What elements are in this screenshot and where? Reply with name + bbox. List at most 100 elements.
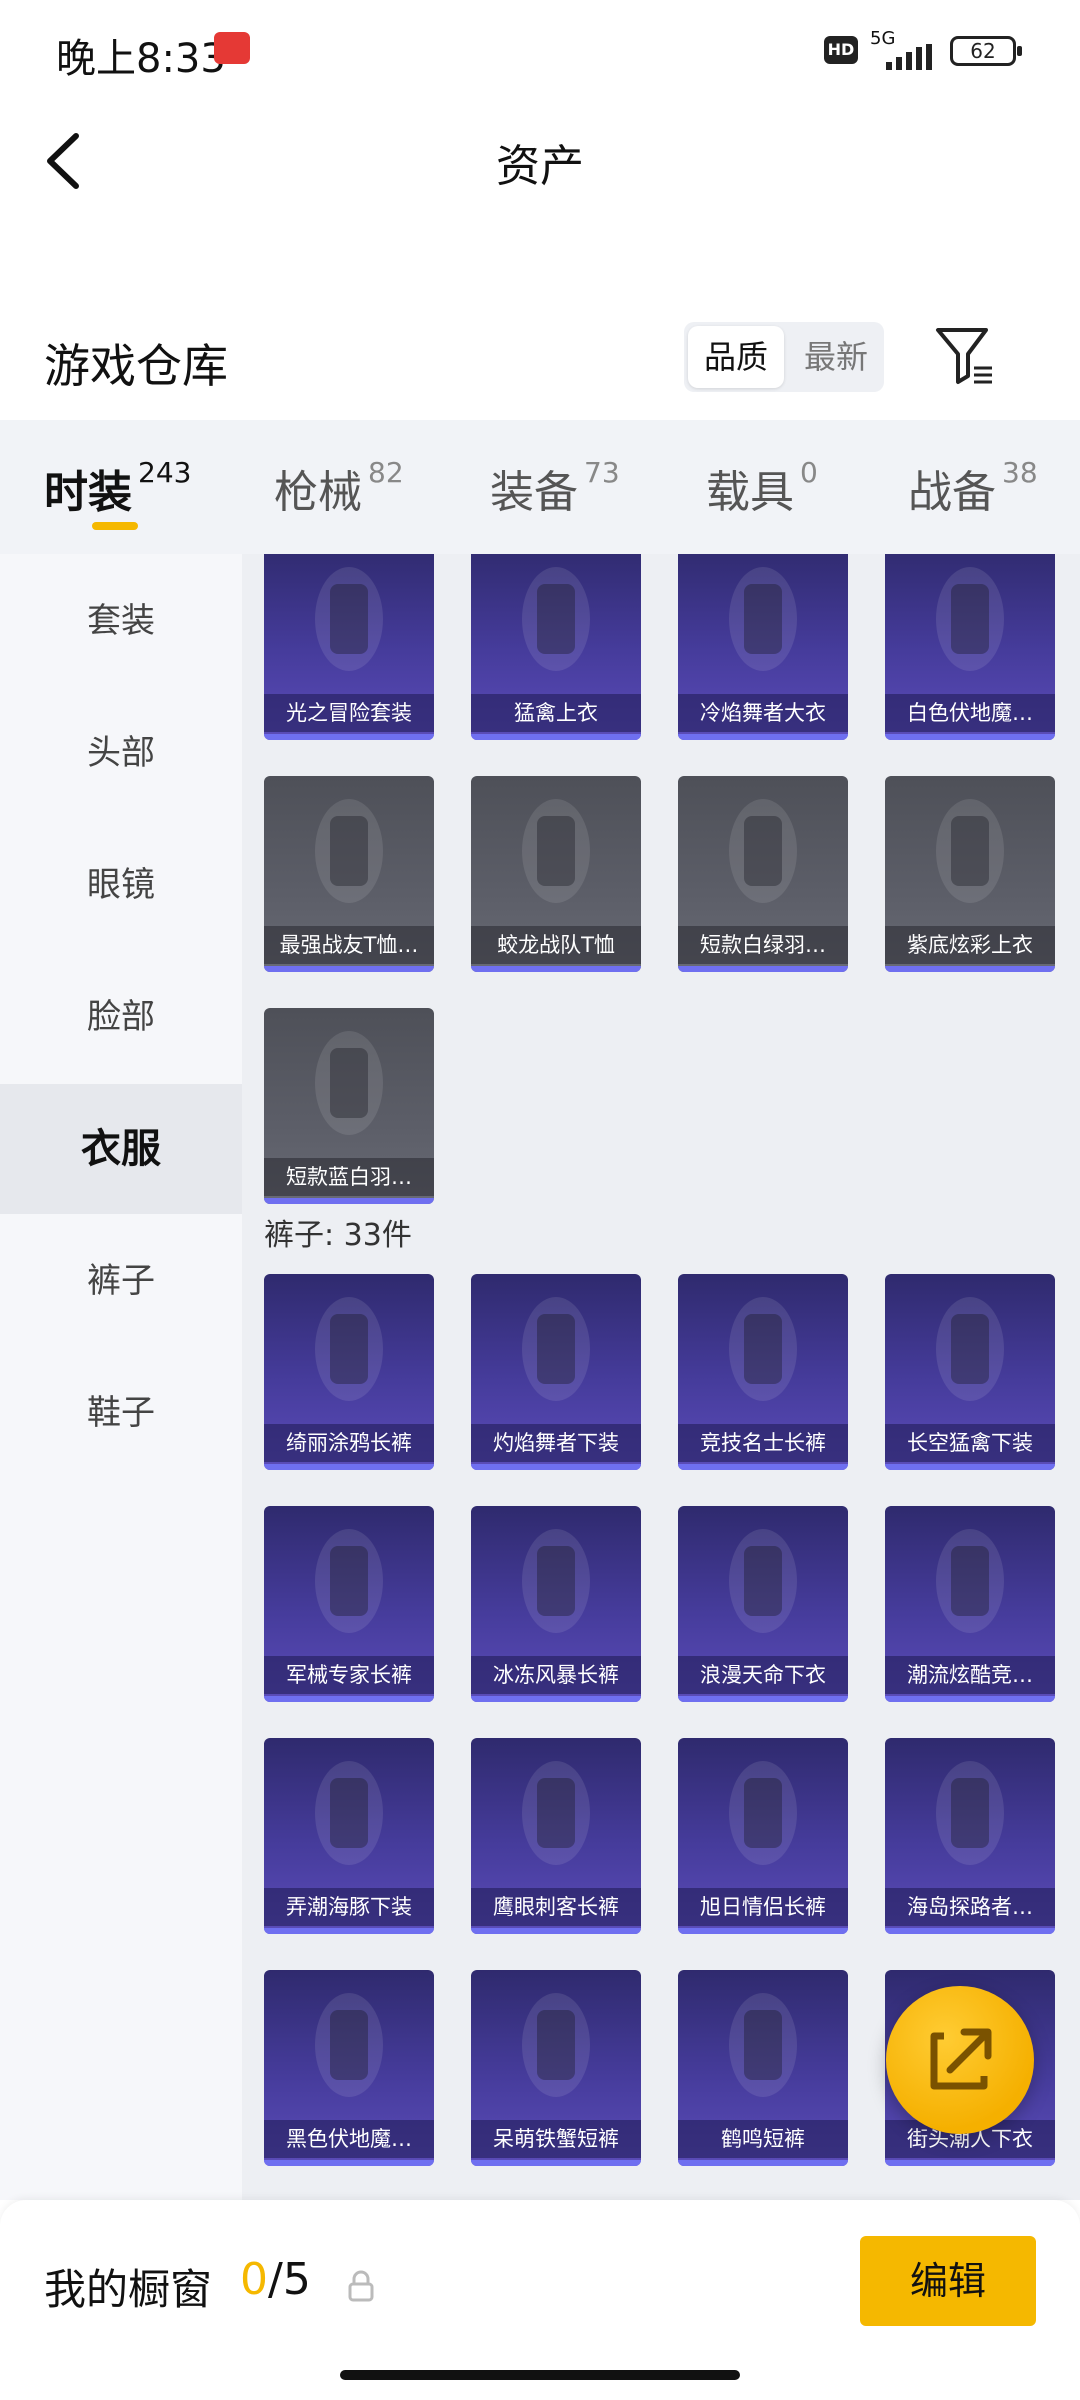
tab-equipment[interactable]: 装备 73 — [490, 456, 620, 526]
item-card[interactable]: 猛禽上衣 — [471, 554, 641, 740]
item-card[interactable]: 浪漫天命下衣 — [678, 1506, 848, 1702]
quality-bar — [885, 966, 1055, 972]
edit-button[interactable]: 编辑 — [860, 2236, 1036, 2326]
item-name: 弄潮海豚下装 — [264, 1888, 434, 1926]
item-card[interactable]: 蛟龙战队T恤 — [471, 776, 641, 972]
sidebar-item-head[interactable]: 头部 — [0, 688, 242, 818]
status-bar: 晚上8:33 HD 5G 62 — [0, 0, 1080, 100]
tab-supplies[interactable]: 战备 38 — [908, 456, 1038, 526]
item-card[interactable]: 弄潮海豚下装 — [264, 1738, 434, 1934]
tab-count: 243 — [138, 456, 192, 489]
sidebar-item-pants[interactable]: 裤子 — [0, 1216, 242, 1346]
item-thumbnail — [678, 1970, 848, 2120]
item-card[interactable]: 海岛探路者… — [885, 1738, 1055, 1934]
tab-count: 73 — [584, 456, 620, 489]
quality-bar — [264, 734, 434, 740]
item-card[interactable]: 短款白绿羽… — [678, 776, 848, 972]
signal-icon — [886, 44, 932, 70]
tab-label: 枪械 — [274, 467, 362, 518]
item-thumbnail — [678, 776, 848, 926]
item-thumbnail — [678, 554, 848, 694]
item-card[interactable]: 最强战友T恤… — [264, 776, 434, 972]
item-card[interactable]: 旭日情侣长裤 — [678, 1738, 848, 1934]
item-name: 短款白绿羽… — [678, 926, 848, 964]
home-indicator — [340, 2370, 740, 2380]
filter-icon[interactable] — [934, 324, 994, 388]
quality-bar — [264, 1696, 434, 1702]
item-card[interactable]: 鹰眼刺客长裤 — [471, 1738, 641, 1934]
sidebar-item-clothes[interactable]: 衣服 — [0, 1084, 242, 1214]
quality-bar — [264, 2160, 434, 2166]
item-card[interactable]: 呆萌铁蟹短裤 — [471, 1970, 641, 2166]
item-name: 白色伏地魔… — [885, 694, 1055, 732]
item-card[interactable]: 光之冒险套装 — [264, 554, 434, 740]
quality-bar — [678, 1464, 848, 1470]
page-title: 资产 — [496, 141, 584, 192]
sort-quality-button[interactable]: 品质 — [688, 326, 784, 388]
tab-fashion[interactable]: 时装 243 — [44, 456, 191, 526]
quality-bar — [678, 966, 848, 972]
item-thumbnail — [471, 1274, 641, 1424]
tab-vehicles[interactable]: 载具 0 — [706, 456, 818, 526]
item-name: 短款蓝白羽… — [264, 1158, 434, 1196]
item-name: 呆萌铁蟹短裤 — [471, 2120, 641, 2158]
item-name: 紫底炫彩上衣 — [885, 926, 1055, 964]
quality-bar — [678, 1928, 848, 1934]
showcase-max-count: /5 — [268, 2254, 311, 2305]
tab-guns[interactable]: 枪械 82 — [274, 456, 404, 526]
item-card[interactable]: 白色伏地魔… — [885, 554, 1055, 740]
item-card[interactable]: 灼焰舞者下装 — [471, 1274, 641, 1470]
item-card[interactable]: 长空猛禽下装 — [885, 1274, 1055, 1470]
item-name: 海岛探路者… — [885, 1888, 1055, 1926]
showcase-current-count: 0 — [240, 2254, 268, 2305]
item-card[interactable]: 鹤鸣短裤 — [678, 1970, 848, 2166]
quality-bar — [264, 966, 434, 972]
item-card[interactable]: 军械专家长裤 — [264, 1506, 434, 1702]
item-name: 冷焰舞者大衣 — [678, 694, 848, 732]
sidebar-item-suits[interactable]: 套装 — [0, 556, 242, 686]
item-name: 旭日情侣长裤 — [678, 1888, 848, 1926]
quality-bar — [264, 1198, 434, 1204]
share-fab[interactable] — [886, 1986, 1034, 2134]
sort-toggle: 品质 最新 — [684, 322, 884, 392]
quality-bar — [885, 2160, 1055, 2166]
item-card[interactable]: 黑色伏地魔… — [264, 1970, 434, 2166]
item-name: 最强战友T恤… — [264, 926, 434, 964]
share-icon — [930, 2028, 992, 2090]
sidebar-item-glasses[interactable]: 眼镜 — [0, 820, 242, 950]
item-name: 鹰眼刺客长裤 — [471, 1888, 641, 1926]
showcase-bar: 我的橱窗 0/5 编辑 — [0, 2200, 1080, 2400]
item-card[interactable]: 冰冻风暴长裤 — [471, 1506, 641, 1702]
tab-label: 装备 — [490, 467, 578, 518]
item-thumbnail — [885, 776, 1055, 926]
item-card[interactable]: 竞技名士长裤 — [678, 1274, 848, 1470]
item-card[interactable]: 潮流炫酷竞… — [885, 1506, 1055, 1702]
item-thumbnail — [264, 1506, 434, 1656]
quality-bar — [264, 1928, 434, 1934]
category-tabs: 时装 243 枪械 82 装备 73 载具 0 战备 38 — [0, 420, 1080, 554]
item-card[interactable]: 紫底炫彩上衣 — [885, 776, 1055, 972]
item-name: 浪漫天命下衣 — [678, 1656, 848, 1694]
item-name: 灼焰舞者下装 — [471, 1424, 641, 1462]
quality-bar — [678, 1696, 848, 1702]
lock-icon — [348, 2270, 374, 2302]
sidebar-item-shoes[interactable]: 鞋子 — [0, 1348, 242, 1478]
item-card[interactable]: 冷焰舞者大衣 — [678, 554, 848, 740]
item-thumbnail — [885, 1738, 1055, 1888]
item-card[interactable]: 短款蓝白羽… — [264, 1008, 434, 1204]
item-name: 绮丽涂鸦长裤 — [264, 1424, 434, 1462]
item-thumbnail — [471, 1970, 641, 2120]
tab-count: 0 — [800, 456, 818, 489]
sidebar-item-face[interactable]: 脸部 — [0, 952, 242, 1082]
showcase-count: 0/5 — [240, 2254, 311, 2305]
hd-icon: HD — [824, 36, 858, 64]
item-thumbnail — [264, 1274, 434, 1424]
item-thumbnail — [264, 554, 434, 694]
item-card[interactable]: 绮丽涂鸦长裤 — [264, 1274, 434, 1470]
item-thumbnail — [264, 1008, 434, 1158]
item-name: 冰冻风暴长裤 — [471, 1656, 641, 1694]
pants-section-label: 裤子: 33件 — [264, 1218, 412, 1253]
sort-latest-button[interactable]: 最新 — [788, 322, 884, 392]
item-thumbnail — [471, 1506, 641, 1656]
item-thumbnail — [885, 554, 1055, 694]
